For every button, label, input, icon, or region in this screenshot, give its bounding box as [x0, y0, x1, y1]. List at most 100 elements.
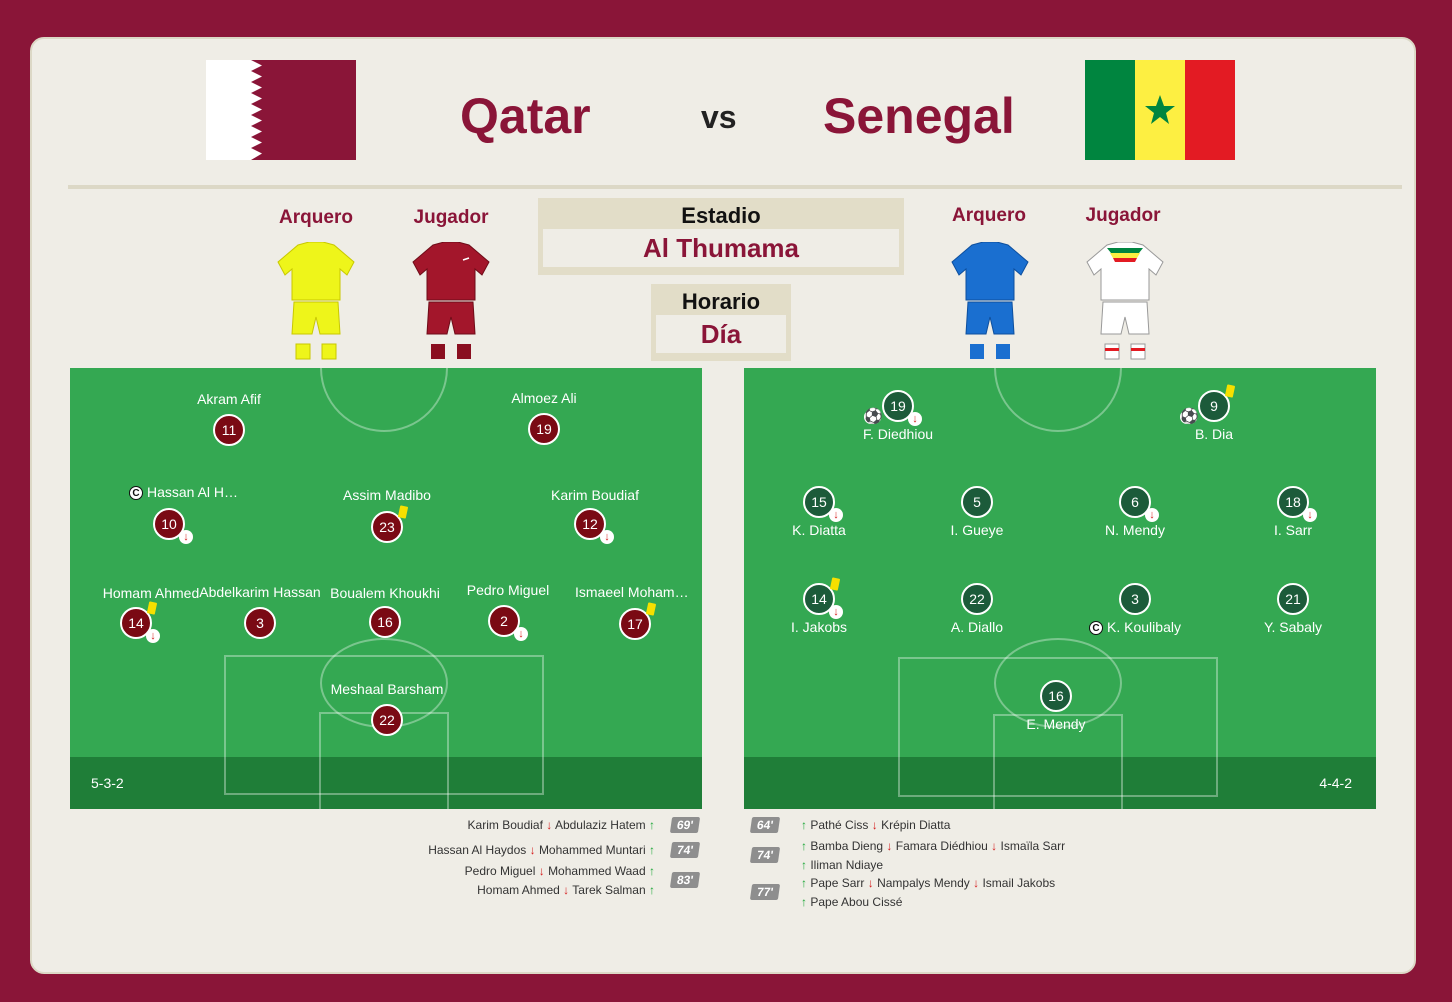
- sub-in-name: Mohammed Muntari: [538, 843, 646, 857]
- home-sub-row: Homam Ahmed ↓ Tarek Salman ↑: [477, 883, 655, 897]
- player-number: 15 ↓: [803, 486, 843, 522]
- stadium-title: Estadio: [681, 203, 761, 228]
- home-player-kit-icon: [412, 242, 490, 359]
- player-marker[interactable]: 3 C K. Koulibaly: [1065, 583, 1205, 635]
- sub-minute-badge: 74': [669, 842, 701, 858]
- sub-out-icon: ↓: [973, 876, 980, 890]
- time-value: Día: [656, 315, 786, 353]
- player-number: 9 ⚽: [1180, 384, 1236, 424]
- player-marker[interactable]: 22 A. Diallo: [907, 583, 1047, 635]
- sub-out-icon: ↓: [829, 605, 843, 619]
- sub-in-name: Abdulaziz Hatem: [554, 818, 646, 832]
- player-marker[interactable]: Almoez Ali 19: [474, 390, 614, 445]
- player-marker[interactable]: 14 ↓ I. Jakobs: [749, 577, 889, 635]
- player-marker[interactable]: 16 E. Mendy: [986, 680, 1126, 732]
- senegal-flag-icon: [1085, 60, 1235, 160]
- player-number: 2 ↓: [488, 605, 528, 641]
- sub-in-name: Bamba Dieng: [810, 839, 884, 853]
- player-marker[interactable]: Karim Boudiaf 12 ↓: [520, 487, 660, 544]
- captain-icon: C: [1089, 621, 1104, 635]
- player-number: 3: [1119, 583, 1151, 615]
- away-goalkeeper-kit-icon: [951, 242, 1029, 359]
- player-name: Karim Boudiaf: [551, 487, 639, 503]
- player-marker[interactable]: 9 ⚽ B. Dia: [1144, 384, 1284, 442]
- player-marker[interactable]: 15 ↓ K. Diatta: [749, 486, 889, 538]
- player-marker[interactable]: 21 Y. Sabaly: [1223, 583, 1363, 635]
- sub-minute-badge: 64': [749, 817, 781, 833]
- player-number: 5: [961, 486, 993, 518]
- sub-in-icon: ↑: [801, 858, 807, 872]
- player-marker[interactable]: Meshaal Barsham 22: [317, 681, 457, 736]
- sub-minute-badge: 74': [749, 847, 781, 863]
- player-name: Meshaal Barsham: [330, 681, 444, 697]
- player-marker[interactable]: 19 ⚽ ↓ F. Diedhiou: [828, 390, 968, 442]
- player-number: 18 ↓: [1277, 486, 1317, 522]
- away-sub-row: ↑ Iliman Ndiaye: [801, 858, 883, 872]
- sub-out-name: Karim Boudiaf: [467, 818, 543, 832]
- sub-out-icon: ↓: [908, 412, 922, 426]
- player-name: Akram Afif: [197, 391, 261, 407]
- sub-out-icon: ↓: [529, 843, 536, 857]
- stadium-value: Al Thumama: [543, 229, 899, 267]
- player-number: 14 ↓: [120, 601, 160, 643]
- player-marker[interactable]: Pedro Miguel 2 ↓: [434, 582, 574, 641]
- home-team-name: Qatar: [460, 88, 591, 144]
- home-goalkeeper-kit-icon: [277, 242, 355, 360]
- sub-out-icon: ↓: [1303, 508, 1317, 522]
- player-marker[interactable]: Assim Madibo 23: [317, 487, 457, 543]
- sub-in-icon: ↑: [649, 864, 655, 878]
- sub-in-icon: ↑: [801, 876, 807, 890]
- yellow-card-icon: [1224, 384, 1236, 398]
- player-name: Almoez Ali: [511, 390, 577, 406]
- sub-minute-badge: 69': [669, 817, 701, 833]
- player-number: 22: [371, 704, 403, 736]
- sub-out-icon: ↓: [829, 508, 843, 522]
- player-marker[interactable]: 6 ↓ N. Mendy: [1065, 486, 1205, 538]
- player-name: A. Diallo: [950, 619, 1004, 635]
- sub-minute-badge: 77': [749, 884, 781, 900]
- sub-in-name: Mohammed Waad: [548, 864, 646, 878]
- away-sub-row: ↑ Pape Abou Cissé: [801, 895, 902, 909]
- sub-in-name: Tarek Salman: [572, 883, 646, 897]
- away-player-label: Jugador: [1085, 205, 1161, 226]
- player-name: C K. Koulibaly: [1065, 619, 1205, 635]
- player-name: I. Gueye: [950, 522, 1004, 538]
- player-name: I. Jakobs: [790, 619, 848, 635]
- goal-ball-icon: ⚽: [1180, 408, 1199, 425]
- player-number: 17: [619, 602, 657, 640]
- sub-in-icon: ↑: [649, 843, 655, 857]
- player-number: 11: [213, 414, 245, 446]
- sub-out-name: Krépin Diatta: [881, 818, 951, 832]
- sub-out-icon: ↓: [600, 530, 614, 544]
- player-number: 19 ⚽ ↓: [864, 390, 922, 426]
- sub-out-name: Hassan Al Haydos: [428, 843, 527, 857]
- sub-in-name: Iliman Ndiaye: [810, 858, 884, 872]
- player-marker[interactable]: CHassan Al Haydos 10↓: [99, 484, 239, 544]
- home-sub-row: Pedro Miguel ↓ Mohammed Waad ↑: [465, 864, 655, 878]
- home-sub-row: Hassan Al Haydos ↓ Mohammed Muntari ↑: [428, 843, 655, 857]
- sub-minute-badge: 83': [669, 872, 701, 888]
- sub-in-name: Pape Sarr: [810, 876, 865, 890]
- sub-out-name: Nampalys Mendy: [877, 876, 970, 890]
- player-marker[interactable]: Homam Ahmed 14 ↓: [70, 585, 206, 643]
- player-marker[interactable]: Ismaeel Mohammad 17: [565, 584, 702, 640]
- sub-in-icon: ↑: [801, 895, 807, 909]
- player-number: 23: [371, 505, 409, 543]
- player-marker[interactable]: Akram Afif 11: [159, 391, 299, 446]
- away-pitch: 4-4-2 19 ⚽ ↓ F. Diedhiou 9 ⚽ B. Dia 15 ↓ K. …: [744, 368, 1376, 809]
- player-number: 6 ↓: [1119, 486, 1159, 522]
- player-marker[interactable]: 5 I. Gueye: [907, 486, 1047, 538]
- sub-out-icon: ↓: [179, 530, 193, 544]
- sub-out-icon: ↓: [1145, 508, 1159, 522]
- player-number: 10 ↓: [153, 508, 193, 544]
- player-name: F. Diedhiou: [862, 426, 934, 442]
- player-number: 14 ↓: [803, 577, 843, 619]
- qatar-flag-icon: [206, 60, 356, 160]
- goal-ball-icon: ⚽: [864, 408, 883, 425]
- captain-icon: C: [129, 486, 143, 500]
- player-marker[interactable]: Abdelkarim Hassan 3: [190, 584, 330, 639]
- player-marker[interactable]: 18 ↓ I. Sarr: [1223, 486, 1363, 538]
- player-number: 21: [1277, 583, 1309, 615]
- away-formation: 4-4-2: [1319, 775, 1352, 791]
- player-name: B. Dia: [1194, 426, 1234, 442]
